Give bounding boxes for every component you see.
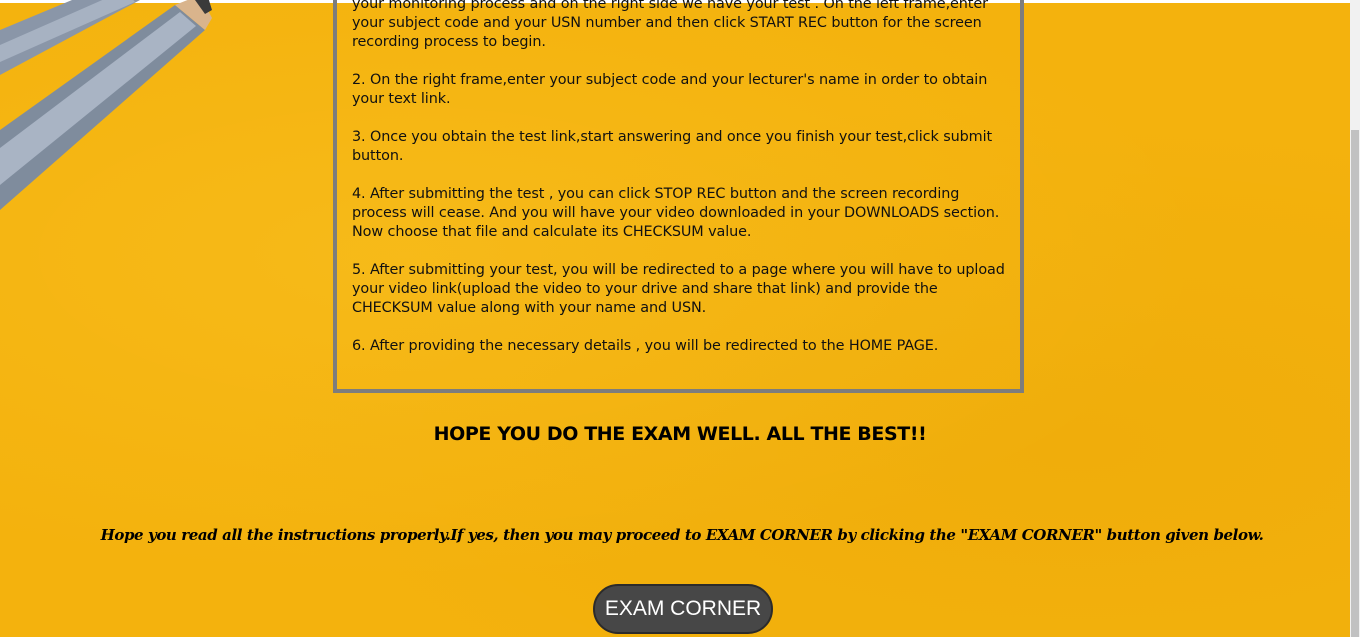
instruction-paragraph-4: 4. After submitting the test , you can c…: [352, 186, 1000, 240]
best-wishes-heading: HOPE YOU DO THE EXAM WELL. ALL THE BEST!…: [433, 423, 927, 445]
instruction-paragraph-3: 3. Once you obtain the test link,start a…: [352, 129, 993, 164]
instruction-paragraph-5: 5. After submitting your test, you will …: [352, 262, 1005, 316]
instruction-paragraph-2: 2. On the right frame,enter your subject…: [352, 72, 988, 107]
scrollbar-thumb[interactable]: [1351, 130, 1359, 637]
exam-corner-button[interactable]: EXAM CORNER: [593, 584, 773, 634]
instruction-paragraph-6: 6. After providing the necessary details…: [352, 338, 939, 354]
pencils-decoration: [0, 0, 212, 210]
page-scrollbar[interactable]: [1350, 0, 1360, 637]
instructions-box: your monitoring process and on the right…: [333, 0, 1024, 393]
proceed-instruction-text: Hope you read all the instructions prope…: [100, 526, 1264, 544]
instruction-paragraph-1: your monitoring process and on the right…: [352, 0, 988, 50]
